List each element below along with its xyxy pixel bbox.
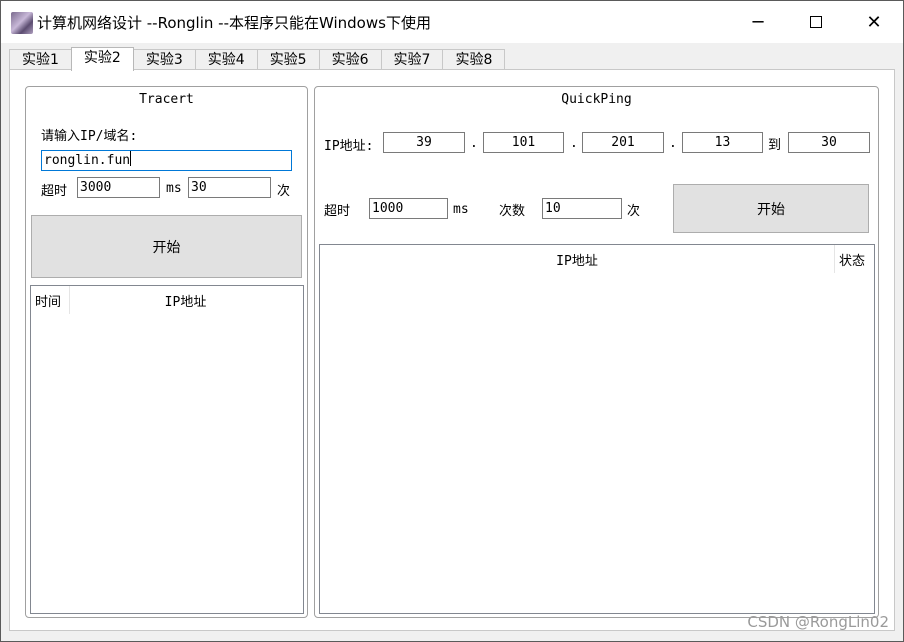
title-bar[interactable]: 计算机网络设计 --Ronglin --本程序只能在Windows下使用 ─ ✕ (1, 1, 903, 43)
tab-exp4[interactable]: 实验4 (194, 49, 258, 71)
ip-octet-1-input[interactable]: 39 (383, 132, 465, 153)
column-header-status[interactable]: 状态 (835, 245, 874, 273)
host-input[interactable]: ronglin.fun (41, 150, 292, 171)
quickping-title: QuickPing (561, 92, 632, 107)
tab-exp2[interactable]: 实验2 (70, 47, 134, 71)
tracert-title: Tracert (139, 92, 194, 107)
host-input-value: ronglin.fun (44, 153, 131, 168)
tracert-list-header: 时间 IP地址 (31, 286, 303, 314)
column-header-time[interactable]: 时间 (31, 286, 70, 314)
ip-dot-2: . (570, 136, 578, 151)
quickping-timeout-label: 超时 (324, 204, 351, 219)
maximize-icon (810, 16, 822, 28)
ip-octet-3-input[interactable]: 201 (582, 132, 664, 153)
ip-range-to-label: 到 (768, 138, 782, 153)
tab-exp3[interactable]: 实验3 (132, 49, 196, 71)
tab-exp8[interactable]: 实验8 (442, 49, 506, 71)
quickping-timeout-input[interactable]: 1000 (369, 198, 448, 219)
tab-exp6[interactable]: 实验6 (318, 49, 382, 71)
watermark: CSDN @RongLin02 (747, 613, 889, 631)
maximize-button[interactable] (787, 1, 845, 43)
quickping-group: QuickPing IP地址: 39 . 101 . 201 . 13 到 30… (314, 86, 879, 618)
quickping-count-unit: 次 (627, 204, 641, 219)
tracert-count-input[interactable]: 30 (188, 177, 271, 198)
tracert-ms-label: ms (166, 181, 182, 196)
ip-octet-4-input[interactable]: 13 (682, 132, 763, 153)
tracert-group: Tracert 请输入IP/域名: ronglin.fun 超时 3000 ms… (25, 86, 308, 618)
window-title: 计算机网络设计 --Ronglin --本程序只能在Windows下使用 (37, 14, 431, 32)
column-header-ip[interactable]: IP地址 (70, 286, 301, 314)
tab-exp5[interactable]: 实验5 (256, 49, 320, 71)
column-header-ip[interactable]: IP地址 (320, 245, 835, 273)
tab-page: Tracert 请输入IP/域名: ronglin.fun 超时 3000 ms… (9, 69, 895, 631)
quickping-result-list[interactable]: IP地址 状态 (319, 244, 875, 614)
quickping-ms-label: ms (453, 202, 469, 217)
text-caret (130, 151, 132, 166)
ip-dot-1: . (470, 136, 478, 151)
ip-octet-2-input[interactable]: 101 (483, 132, 564, 153)
tracert-result-list[interactable]: 时间 IP地址 (30, 285, 304, 614)
tab-bar: 实验1 实验2 实验3 实验4 实验5 实验6 实验7 实验8 (9, 47, 506, 71)
app-icon (11, 12, 33, 34)
tracert-count-unit: 次 (277, 184, 291, 199)
ip-range-label: IP地址: (324, 139, 374, 154)
quickping-count-input[interactable]: 10 (542, 198, 622, 219)
close-button[interactable]: ✕ (845, 1, 903, 43)
minimize-button[interactable]: ─ (729, 1, 787, 43)
tab-exp1[interactable]: 实验1 (9, 49, 72, 71)
quickping-count-label: 次数 (499, 204, 526, 219)
host-prompt-label: 请输入IP/域名: (41, 129, 138, 144)
quickping-list-header: IP地址 状态 (320, 245, 874, 273)
ip-range-end-input[interactable]: 30 (788, 132, 870, 153)
tracert-timeout-label: 超时 (41, 184, 68, 199)
tab-exp7[interactable]: 实验7 (380, 49, 444, 71)
tracert-timeout-input[interactable]: 3000 (77, 177, 160, 198)
ip-dot-3: . (669, 136, 677, 151)
tracert-start-button[interactable]: 开始 (31, 215, 302, 278)
app-window: 计算机网络设计 --Ronglin --本程序只能在Windows下使用 ─ ✕… (0, 0, 904, 642)
quickping-start-button[interactable]: 开始 (673, 184, 869, 233)
